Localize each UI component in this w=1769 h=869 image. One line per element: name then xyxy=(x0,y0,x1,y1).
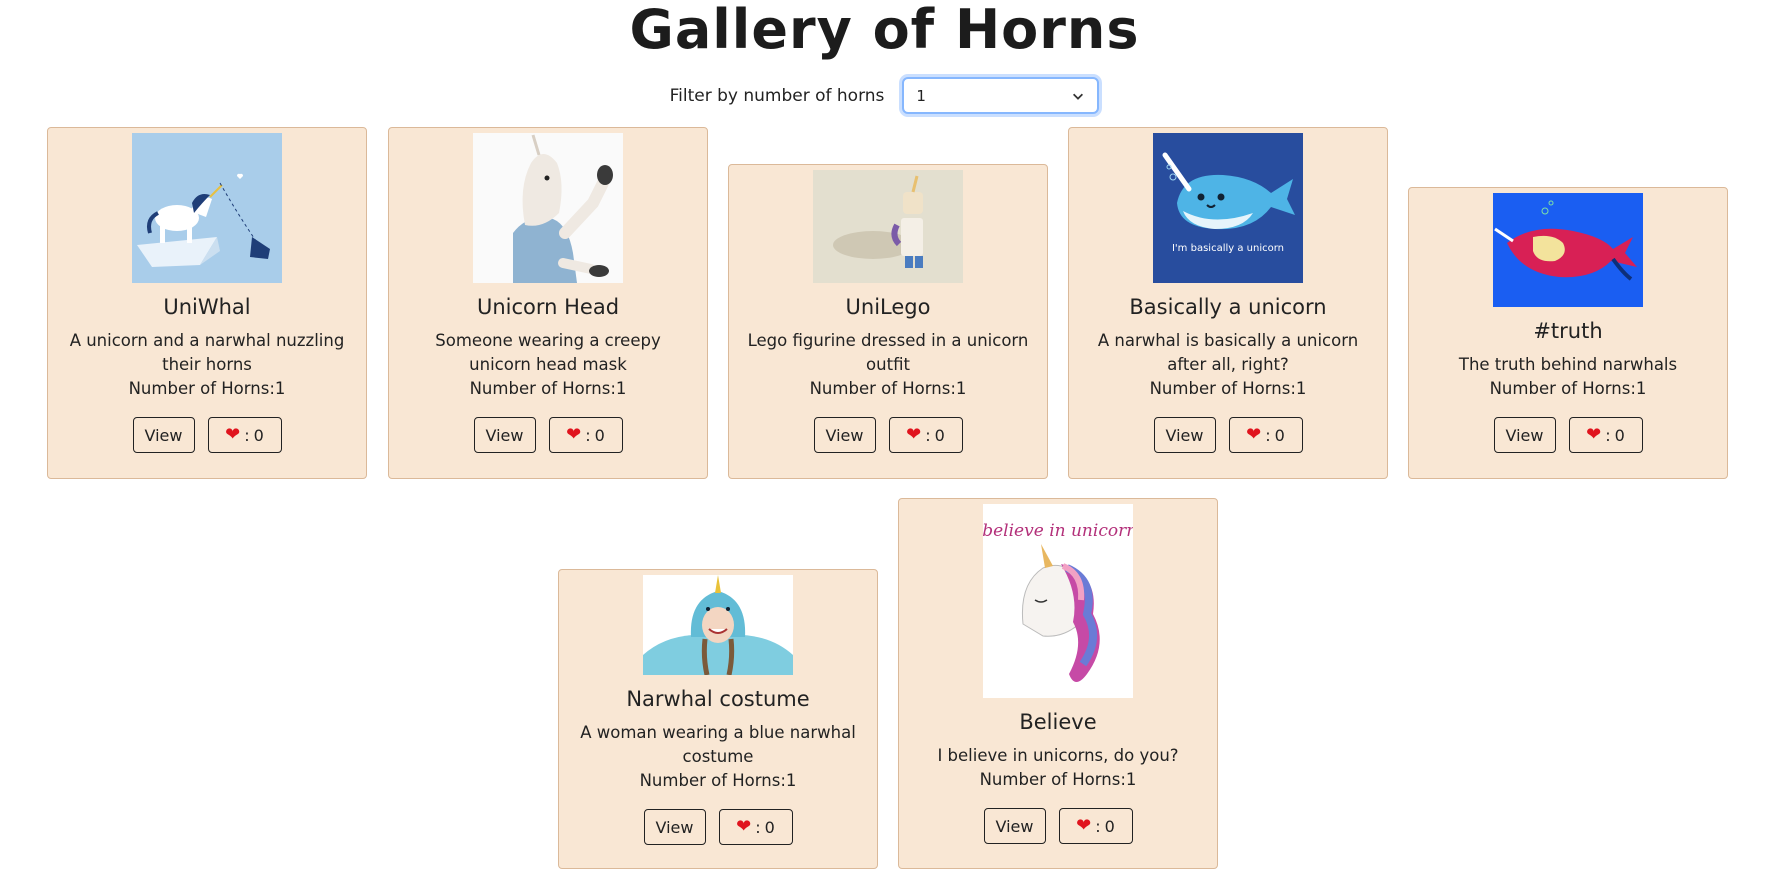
narwhal-image: I'm basically a unicorn xyxy=(1153,133,1303,283)
card-description: I believe in unicorns, do you? xyxy=(937,746,1179,765)
card-title: Narwhal costume xyxy=(626,687,810,711)
like-button[interactable]: ❤: 0 xyxy=(1568,417,1643,453)
gallery-card-unicorn-head: Unicorn Head Someone wearing a creepy un… xyxy=(388,127,708,479)
view-button[interactable]: View xyxy=(132,417,195,453)
card-title: Believe xyxy=(1019,710,1097,734)
gallery-card-narwhal-costume: Narwhal costume A woman wearing a blue n… xyxy=(558,569,878,869)
heart-icon: ❤ xyxy=(906,424,922,445)
horn-filter: Filter by number of horns 1 xyxy=(0,77,1769,114)
chevron-down-icon xyxy=(1073,93,1084,100)
like-count: 0 xyxy=(253,425,264,445)
view-button[interactable]: View xyxy=(643,809,706,845)
view-button[interactable]: View xyxy=(473,417,536,453)
card-horns: Number of Horns:1 xyxy=(639,771,797,790)
view-button[interactable]: View xyxy=(1153,417,1216,453)
like-count: 0 xyxy=(1104,816,1115,836)
like-count: 0 xyxy=(1614,425,1625,445)
horn-count-select-value: 1 xyxy=(916,86,926,105)
like-count: 0 xyxy=(594,425,605,445)
narwhal-costume-image xyxy=(643,575,793,675)
card-title: Unicorn Head xyxy=(476,295,620,319)
like-button[interactable]: ❤: 0 xyxy=(1058,808,1133,844)
page-title: Gallery of Horns xyxy=(629,0,1140,61)
heart-icon: ❤ xyxy=(1246,424,1262,445)
gallery-card-unilego: UniLego Lego figurine dressed in a unico… xyxy=(728,164,1048,479)
card-description: A unicorn and a narwhal nuzzling their h… xyxy=(69,331,345,374)
image-caption: I'm basically a unicorn xyxy=(1172,243,1284,254)
card-title: UniWhal xyxy=(163,295,251,319)
unicorn-mask-image xyxy=(473,133,623,283)
card-title: Basically a unicorn xyxy=(1129,295,1327,319)
card-horns: Number of Horns:1 xyxy=(469,379,627,398)
card-horns: Number of Horns:1 xyxy=(1489,379,1647,398)
like-button[interactable]: ❤: 0 xyxy=(548,417,623,453)
card-horns: Number of Horns:1 xyxy=(1149,379,1307,398)
heart-icon: ❤ xyxy=(1586,424,1602,445)
like-count: 0 xyxy=(934,425,945,445)
gallery-card-basically-a-unicorn: I'm basically a unicorn Basically a unic… xyxy=(1068,127,1388,479)
card-description: Lego figurine dressed in a unicorn outfi… xyxy=(747,331,1029,374)
card-title: #truth xyxy=(1533,319,1603,343)
heart-icon: ❤ xyxy=(225,424,241,445)
heart-icon: ❤ xyxy=(736,816,752,837)
view-button[interactable]: View xyxy=(983,808,1046,844)
like-count: 0 xyxy=(764,817,775,837)
like-button[interactable]: ❤: 0 xyxy=(207,417,282,453)
card-description: The truth behind narwhals xyxy=(1458,355,1678,374)
card-horns: Number of Horns:1 xyxy=(979,770,1137,789)
heart-icon: ❤ xyxy=(566,424,582,445)
narwhal-truth-image xyxy=(1493,193,1643,307)
view-button[interactable]: View xyxy=(1493,417,1556,453)
like-count: 0 xyxy=(1274,425,1285,445)
like-button[interactable]: ❤: 0 xyxy=(1228,417,1303,453)
card-horns: Number of Horns:1 xyxy=(809,379,967,398)
unicorn-narwhal-image xyxy=(132,133,282,283)
lego-figure-image xyxy=(813,170,963,283)
card-description: Someone wearing a creepy unicorn head ma… xyxy=(435,331,661,374)
like-button[interactable]: ❤: 0 xyxy=(718,809,793,845)
gallery-card-truth: #truth The truth behind narwhals Number … xyxy=(1408,187,1728,479)
unicorn-believe-image: I believe in unicorns xyxy=(983,504,1133,698)
gallery-card-believe: I believe in unicorns Believe I believe … xyxy=(898,498,1218,869)
card-title: UniLego xyxy=(845,295,931,319)
like-button[interactable]: ❤: 0 xyxy=(888,417,963,453)
card-description: A woman wearing a blue narwhal costume xyxy=(580,723,856,766)
gallery-card-uniwhal: UniWhal A unicorn and a narwhal nuzzling… xyxy=(47,127,367,479)
image-caption: I believe in unicorns xyxy=(983,521,1133,541)
heart-icon: ❤ xyxy=(1076,815,1092,836)
filter-label: Filter by number of horns xyxy=(669,85,885,106)
view-button[interactable]: View xyxy=(813,417,876,453)
horn-count-select[interactable]: 1 xyxy=(902,77,1100,114)
card-description: A narwhal is basically a unicorn after a… xyxy=(1097,331,1359,374)
card-horns: Number of Horns:1 xyxy=(128,379,286,398)
